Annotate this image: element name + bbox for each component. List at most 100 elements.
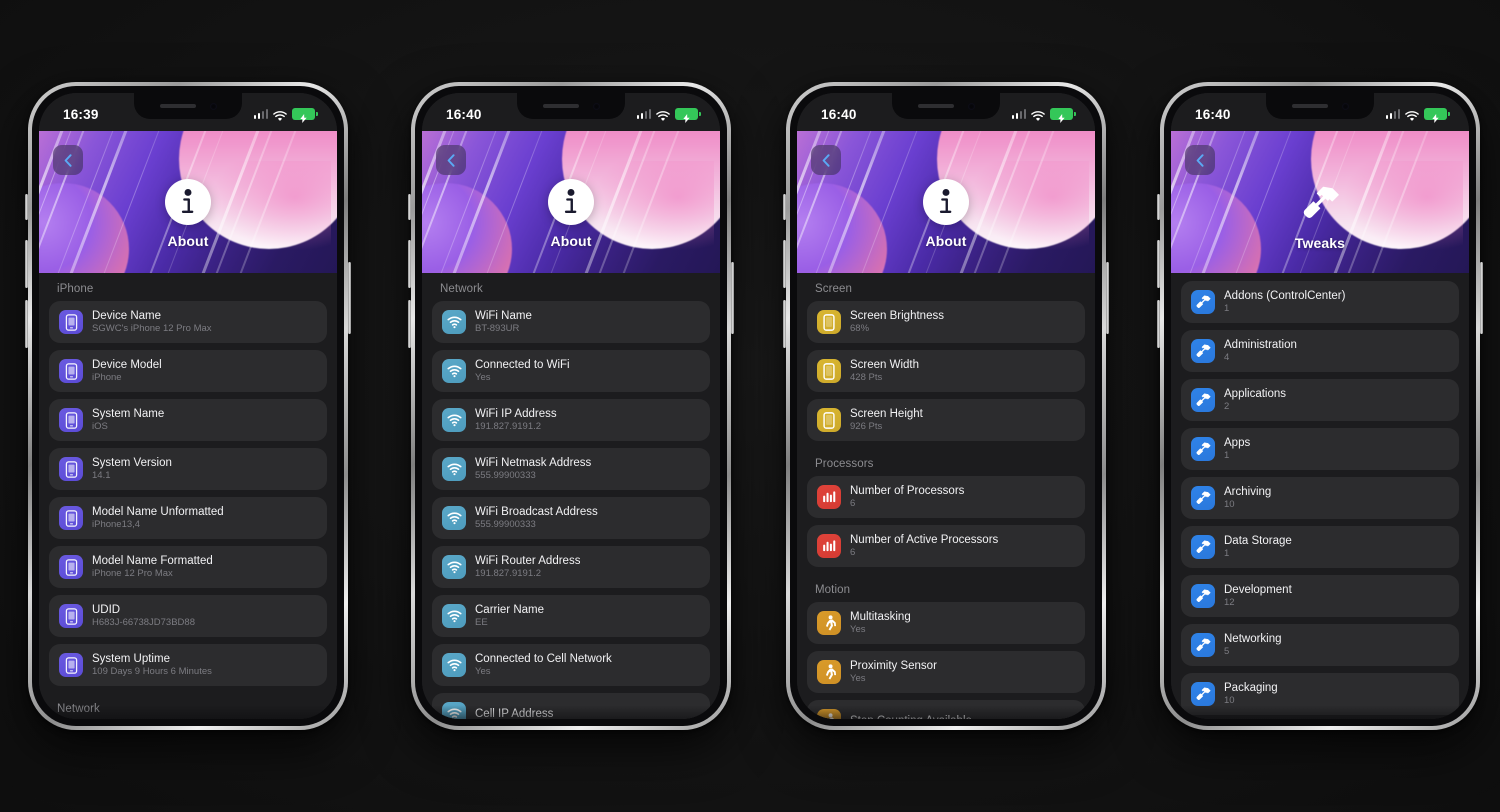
mute-switch[interactable]: [408, 194, 411, 220]
status-time: 16:40: [1195, 107, 1231, 122]
volume-up-button[interactable]: [25, 240, 28, 288]
list-item[interactable]: Number of Processors 6: [807, 476, 1085, 518]
status-indicators: [1012, 108, 1074, 120]
list-item[interactable]: WiFi Netmask Address 555.99900333: [432, 448, 710, 490]
list-item[interactable]: Screen Height 926 Pts: [807, 399, 1085, 441]
section-header: Motion: [807, 574, 1085, 602]
settings-list[interactable]: iPhone Device Name SGWC's iPhone 12 Pro …: [39, 273, 337, 719]
status-time: 16:40: [821, 107, 857, 122]
list-item-value: H683J-66738JD73BD88: [92, 617, 195, 629]
list-item-text: Device Name SGWC's iPhone 12 Pro Max: [92, 309, 212, 335]
mute-switch[interactable]: [1157, 194, 1160, 220]
list-item[interactable]: Connected to Cell Network Yes: [432, 644, 710, 686]
earpiece-speaker: [543, 104, 579, 109]
list-item-title: WiFi Netmask Address: [475, 456, 591, 470]
status-time: 16:39: [63, 107, 99, 122]
back-button[interactable]: [1185, 145, 1215, 175]
list-item[interactable]: Data Storage 1: [1181, 526, 1459, 568]
power-button[interactable]: [348, 262, 351, 334]
list-item[interactable]: WiFi Broadcast Address 555.99900333: [432, 497, 710, 539]
list-item-value: iOS: [92, 421, 164, 433]
list-item[interactable]: Cell IP Address: [432, 693, 710, 719]
list-item-title: WiFi Router Address: [475, 554, 580, 568]
phone-icon: [59, 604, 83, 628]
list-item-text: Archiving 10: [1224, 485, 1271, 511]
list-item-text: Model Name Unformatted iPhone13,4: [92, 505, 224, 531]
list-item[interactable]: Step Counting Available: [807, 700, 1085, 719]
list-item[interactable]: UDID H683J-66738JD73BD88: [49, 595, 327, 637]
list-item[interactable]: Carrier Name EE: [432, 595, 710, 637]
list-item[interactable]: WiFi Name BT-893UR: [432, 301, 710, 343]
list-item[interactable]: Networking 5: [1181, 624, 1459, 666]
list-item-title: Carrier Name: [475, 603, 544, 617]
list-item[interactable]: Administration 4: [1181, 330, 1459, 372]
list-item-text: Carrier Name EE: [475, 603, 544, 629]
list-item[interactable]: Screen Brightness 68%: [807, 301, 1085, 343]
phone-icon: [59, 310, 83, 334]
settings-list[interactable]: Screen Screen Brightness 68% Screen Widt…: [797, 273, 1095, 719]
list-item-text: Development 12: [1224, 583, 1292, 609]
list-item[interactable]: Applications 2: [1181, 379, 1459, 421]
list-item-text: Step Counting Available: [850, 714, 972, 719]
list-item[interactable]: WiFi IP Address 191.827.9191.2: [432, 399, 710, 441]
settings-list[interactable]: Addons (ControlCenter) 1 Administration …: [1171, 273, 1469, 719]
back-button[interactable]: [436, 145, 466, 175]
list-item[interactable]: Device Name SGWC's iPhone 12 Pro Max: [49, 301, 327, 343]
list-item[interactable]: System Uptime 109 Days 9 Hours 6 Minutes: [49, 644, 327, 686]
volume-up-button[interactable]: [783, 240, 786, 288]
list-item-value: 191.827.9191.2: [475, 568, 580, 580]
list-item[interactable]: System Name iOS: [49, 399, 327, 441]
status-indicators: [254, 108, 316, 120]
list-item-text: Packaging 10: [1224, 681, 1278, 707]
list-item-title: Proximity Sensor: [850, 659, 937, 673]
list-item[interactable]: Apps 1: [1181, 428, 1459, 470]
list-item[interactable]: Archiving 10: [1181, 477, 1459, 519]
volume-down-button[interactable]: [25, 300, 28, 348]
list-item[interactable]: Number of Active Processors 6: [807, 525, 1085, 567]
list-item-title: Number of Processors: [850, 484, 964, 498]
list-item-value: Yes: [850, 624, 911, 636]
signal-icon: [1012, 109, 1027, 119]
list-item-text: Cell IP Address: [475, 707, 553, 719]
list-item[interactable]: WiFi Router Address 191.827.9191.2: [432, 546, 710, 588]
wifi-icon: [442, 408, 466, 432]
power-button[interactable]: [1106, 262, 1109, 334]
list-item-text: Applications 2: [1224, 387, 1286, 413]
cpu-icon: [817, 534, 841, 558]
list-item[interactable]: Addons (ControlCenter) 1: [1181, 281, 1459, 323]
back-button[interactable]: [811, 145, 841, 175]
power-button[interactable]: [731, 262, 734, 334]
list-item[interactable]: Development 12: [1181, 575, 1459, 617]
device-notch: [892, 93, 1000, 119]
list-item-text: Connected to WiFi Yes: [475, 358, 570, 384]
volume-up-button[interactable]: [408, 240, 411, 288]
wifi-icon: [442, 702, 466, 719]
volume-down-button[interactable]: [1157, 300, 1160, 348]
list-item[interactable]: Model Name Formatted iPhone 12 Pro Max: [49, 546, 327, 588]
list-item-value: 14.1: [92, 470, 172, 482]
list-item[interactable]: Multitasking Yes: [807, 602, 1085, 644]
list-item-value: EE: [475, 617, 544, 629]
list-item[interactable]: Packaging 10: [1181, 673, 1459, 715]
list-item[interactable]: Connected to WiFi Yes: [432, 350, 710, 392]
volume-down-button[interactable]: [783, 300, 786, 348]
settings-list[interactable]: Network WiFi Name BT-893UR Connected to …: [422, 273, 720, 719]
list-item[interactable]: Model Name Unformatted iPhone13,4: [49, 497, 327, 539]
volume-down-button[interactable]: [408, 300, 411, 348]
list-item[interactable]: Proximity Sensor Yes: [807, 651, 1085, 693]
list-item[interactable]: System Version 14.1: [49, 448, 327, 490]
list-item-title: Step Counting Available: [850, 714, 972, 719]
info-circle-icon: [548, 179, 594, 225]
mute-switch[interactable]: [783, 194, 786, 220]
power-button[interactable]: [1480, 262, 1483, 334]
wifi-icon: [442, 555, 466, 579]
phone-screen: 16:40 A: [797, 93, 1095, 719]
wifi-icon: [273, 109, 287, 120]
hammer-icon: [1191, 682, 1215, 706]
back-button[interactable]: [53, 145, 83, 175]
mute-switch[interactable]: [25, 194, 28, 220]
list-item[interactable]: Screen Width 428 Pts: [807, 350, 1085, 392]
list-item[interactable]: Device Model iPhone: [49, 350, 327, 392]
walking-icon: [817, 660, 841, 684]
volume-up-button[interactable]: [1157, 240, 1160, 288]
